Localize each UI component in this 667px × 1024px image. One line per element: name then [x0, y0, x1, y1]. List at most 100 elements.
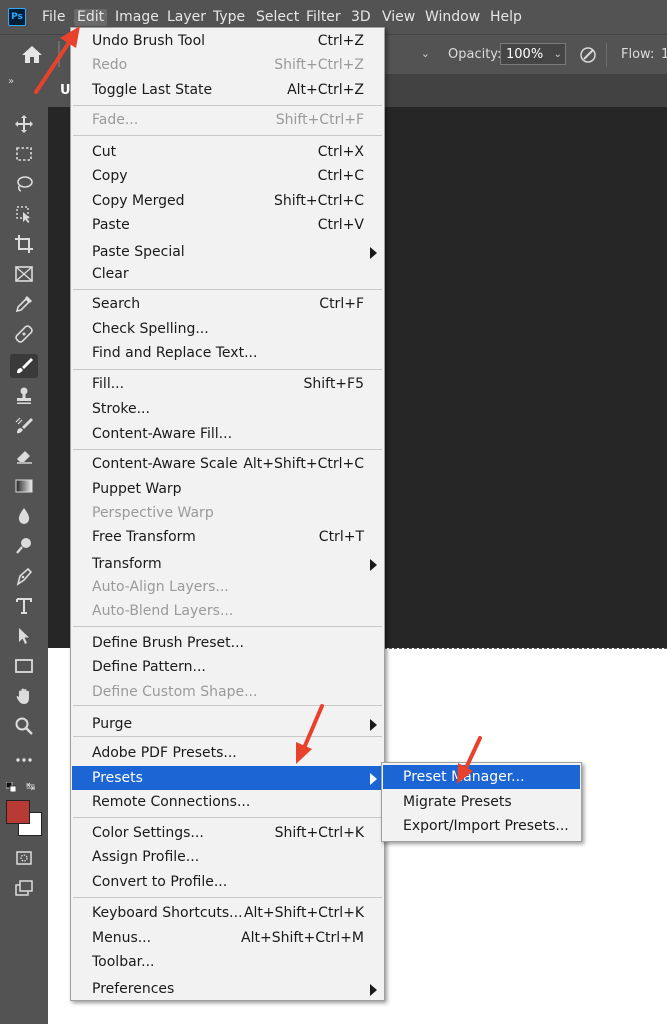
menu-item-label: Preferences — [92, 981, 175, 997]
menu-type[interactable]: Type — [213, 9, 245, 26]
presets-submenu: Preset Manager... Migrate Presets Export… — [381, 762, 582, 842]
menu-item-shortcut: Shift+Ctrl+C — [274, 193, 364, 209]
chevron-down-icon[interactable]: ⌄ — [384, 47, 430, 65]
menu-item-check-spelling[interactable]: Check Spelling... — [72, 317, 383, 341]
pressure-opacity-icon[interactable] — [578, 45, 598, 65]
menu-item-search[interactable]: Search Ctrl+F — [72, 292, 383, 316]
chevron-down-icon[interactable]: ⌄ — [554, 44, 562, 66]
hand-tool-icon[interactable] — [10, 684, 38, 708]
menu-view[interactable]: View — [382, 9, 415, 26]
menu-3d[interactable]: 3D — [351, 9, 371, 26]
menu-separator — [73, 817, 382, 818]
collapse-icon[interactable]: » — [8, 76, 14, 87]
rectangle-tool-icon[interactable] — [10, 654, 38, 678]
eyedropper-tool-icon[interactable] — [10, 292, 38, 316]
menu-item-transform[interactable]: Transform — [72, 552, 383, 576]
menu-item-define-brush-preset[interactable]: Define Brush Preset... — [72, 631, 383, 655]
swap-colors-icon[interactable]: ↹ — [26, 780, 35, 793]
flow-value[interactable]: 1 — [661, 47, 667, 62]
menu-item-assign-profile[interactable]: Assign Profile... — [72, 845, 383, 869]
menu-edit[interactable]: Edit — [74, 9, 108, 26]
object-selection-tool-icon[interactable] — [10, 202, 38, 226]
menu-item-remote-connections[interactable]: Remote Connections... — [72, 790, 383, 814]
blur-tool-icon[interactable] — [10, 504, 38, 528]
history-brush-tool-icon[interactable] — [10, 414, 38, 438]
menu-item-label: Content-Aware Fill... — [92, 426, 233, 442]
type-tool-icon[interactable] — [10, 594, 38, 618]
menu-item-label: Find and Replace Text... — [92, 345, 258, 361]
menu-item-shortcut: Ctrl+X — [317, 144, 364, 160]
menu-item-fade: Fade... Shift+Ctrl+F — [72, 108, 383, 132]
eraser-tool-icon[interactable] — [10, 444, 38, 468]
marquee-tool-icon[interactable] — [10, 142, 38, 166]
submenu-arrow-icon — [370, 984, 377, 996]
menu-item-find-replace[interactable]: Find and Replace Text... — [72, 341, 383, 365]
menu-item-free-transform[interactable]: Free Transform Ctrl+T — [72, 525, 383, 549]
more-tools-icon[interactable] — [10, 748, 38, 772]
menu-item-keyboard-shortcuts[interactable]: Keyboard Shortcuts... Alt+Shift+Ctrl+K — [72, 901, 383, 925]
lasso-tool-icon[interactable] — [10, 172, 38, 196]
menu-item-paste[interactable]: Paste Ctrl+V — [72, 213, 383, 237]
pen-tool-icon[interactable] — [10, 564, 38, 588]
menu-image[interactable]: Image — [115, 9, 159, 26]
menu-item-label: Perspective Warp — [92, 505, 214, 521]
dodge-tool-icon[interactable] — [10, 534, 38, 558]
opacity-field[interactable]: 100% ⌄ — [500, 43, 566, 65]
menu-item-shortcut: Shift+Ctrl+K — [274, 825, 364, 841]
healing-brush-tool-icon[interactable] — [10, 322, 38, 346]
menu-item-label: Assign Profile... — [92, 849, 200, 865]
submenu-arrow-icon — [370, 559, 377, 571]
home-icon[interactable] — [20, 44, 44, 64]
menu-item-content-aware-scale[interactable]: Content-Aware Scale Alt+Shift+Ctrl+C — [72, 452, 383, 476]
menu-item-paste-special[interactable]: Paste Special — [72, 240, 383, 264]
menu-item-clear[interactable]: Clear — [72, 262, 383, 286]
menu-item-menus[interactable]: Menus... Alt+Shift+Ctrl+M — [72, 926, 383, 950]
menu-item-redo: Redo Shift+Ctrl+Z — [72, 53, 383, 77]
menu-item-preferences[interactable]: Preferences — [72, 977, 383, 1001]
move-tool-icon[interactable] — [10, 112, 38, 136]
menu-item-label: Redo — [92, 57, 128, 73]
menu-item-purge[interactable]: Purge — [72, 712, 383, 736]
default-colors-icon[interactable] — [6, 782, 16, 792]
menu-item-convert-to-profile[interactable]: Convert to Profile... — [72, 870, 383, 894]
menu-file[interactable]: File — [42, 9, 65, 26]
menu-help[interactable]: Help — [490, 9, 522, 26]
menu-item-define-custom-shape: Define Custom Shape... — [72, 680, 383, 704]
menu-filter[interactable]: Filter — [306, 9, 341, 26]
foreground-color-swatch[interactable] — [6, 800, 30, 824]
brush-tool-icon[interactable] — [10, 354, 38, 378]
menu-item-color-settings[interactable]: Color Settings... Shift+Ctrl+K — [72, 821, 383, 845]
quick-mask-icon[interactable] — [10, 846, 38, 870]
menu-item-label: Auto-Align Layers... — [92, 579, 229, 595]
menu-item-presets[interactable]: Presets — [72, 766, 383, 790]
menu-window[interactable]: Window — [425, 9, 480, 26]
menu-item-perspective-warp: Perspective Warp — [72, 501, 383, 525]
menu-item-copy-merged[interactable]: Copy Merged Shift+Ctrl+C — [72, 189, 383, 213]
crop-tool-icon[interactable] — [10, 232, 38, 256]
menu-item-export-import-presets[interactable]: Export/Import Presets... — [383, 814, 580, 838]
menu-item-define-pattern[interactable]: Define Pattern... — [72, 655, 383, 679]
frame-tool-icon[interactable] — [10, 262, 38, 286]
screen-mode-icon[interactable] — [10, 876, 38, 900]
menu-item-copy[interactable]: Copy Ctrl+C — [72, 164, 383, 188]
zoom-tool-icon[interactable] — [10, 714, 38, 738]
menu-item-adobe-pdf-presets[interactable]: Adobe PDF Presets... — [72, 741, 383, 765]
menu-item-toolbar[interactable]: Toolbar... — [72, 950, 383, 974]
menu-item-undo[interactable]: Undo Brush Tool Ctrl+Z — [72, 29, 383, 53]
clone-stamp-tool-icon[interactable] — [10, 384, 38, 408]
menu-item-content-aware-fill[interactable]: Content-Aware Fill... — [72, 422, 383, 446]
menu-item-stroke[interactable]: Stroke... — [72, 397, 383, 421]
menu-item-cut[interactable]: Cut Ctrl+X — [72, 140, 383, 164]
menu-separator — [73, 289, 382, 290]
menu-item-toggle-last-state[interactable]: Toggle Last State Alt+Ctrl+Z — [72, 78, 383, 102]
menu-item-migrate-presets[interactable]: Migrate Presets — [383, 790, 580, 814]
menu-item-preset-manager[interactable]: Preset Manager... — [383, 765, 580, 789]
menu-item-shortcut: Shift+Ctrl+Z — [274, 57, 364, 73]
menu-item-label: Copy — [92, 168, 128, 184]
path-selection-tool-icon[interactable] — [10, 624, 38, 648]
menu-layer[interactable]: Layer — [167, 9, 206, 26]
gradient-tool-icon[interactable] — [10, 474, 38, 498]
menu-item-fill[interactable]: Fill... Shift+F5 — [72, 372, 383, 396]
menu-item-puppet-warp[interactable]: Puppet Warp — [72, 477, 383, 501]
menu-select[interactable]: Select — [256, 9, 299, 26]
